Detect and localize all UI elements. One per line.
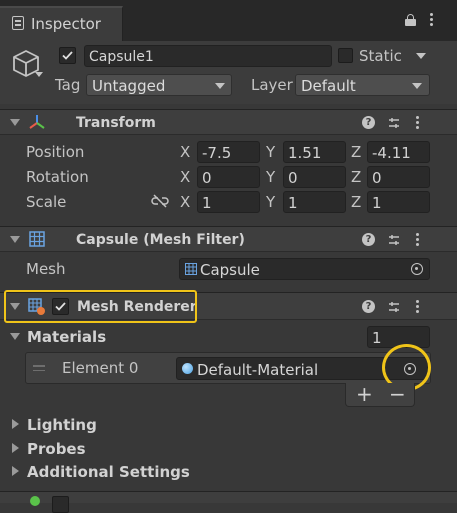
- constrain-proportions-icon[interactable]: [151, 194, 169, 208]
- materials-foldout-icon[interactable]: [10, 333, 20, 340]
- collider-icon: [30, 496, 40, 506]
- mesh-filter-preset-icon[interactable]: [387, 233, 401, 247]
- transform-menu-icon[interactable]: [416, 116, 419, 131]
- tag-dropdown-arrow-icon: [215, 83, 225, 89]
- scale-x-label[interactable]: X: [180, 195, 190, 210]
- materials-list: Element 0 Default-Material: [25, 352, 431, 384]
- layer-label: Layer: [251, 76, 293, 94]
- static-dropdown-icon[interactable]: [416, 53, 426, 59]
- tab-inspector[interactable]: Inspector: [0, 6, 123, 42]
- mesh-picker-icon[interactable]: [411, 263, 423, 275]
- lighting-foldout-icon[interactable]: [12, 419, 19, 429]
- position-y-label[interactable]: Y: [266, 145, 275, 160]
- position-x-label[interactable]: X: [180, 145, 190, 160]
- probes-label[interactable]: Probes: [27, 442, 86, 457]
- rotation-label: Rotation: [26, 168, 89, 186]
- scale-z-label[interactable]: Z: [351, 195, 361, 210]
- additional-settings-foldout-icon[interactable]: [12, 466, 19, 476]
- lighting-label[interactable]: Lighting: [27, 418, 97, 433]
- mesh-filter-foldout-icon[interactable]: [10, 236, 20, 243]
- scale-y-input[interactable]: 1: [283, 191, 346, 213]
- mesh-filter-title: Capsule (Mesh Filter): [76, 232, 245, 248]
- scale-x-input[interactable]: 1: [197, 191, 260, 213]
- element-0-label: Element 0: [62, 359, 139, 377]
- mesh-renderer-highlight: [4, 290, 197, 323]
- position-z-input[interactable]: -4.11: [367, 141, 430, 163]
- mesh-renderer-preset-icon[interactable]: [387, 300, 401, 314]
- mesh-filter-help-icon[interactable]: ?: [362, 233, 375, 246]
- static-label: Static: [359, 47, 402, 65]
- mesh-filter-menu-icon[interactable]: [416, 233, 419, 248]
- scale-y-label[interactable]: Y: [266, 195, 275, 210]
- lock-icon[interactable]: [405, 14, 416, 26]
- transform-preset-icon[interactable]: [387, 116, 401, 130]
- rotation-z-input[interactable]: 0: [367, 166, 430, 188]
- tab-title: Inspector: [31, 15, 101, 33]
- transform-title: Transform: [76, 115, 156, 131]
- layer-dropdown-arrow-icon: [412, 83, 422, 89]
- transform-help-icon[interactable]: ?: [362, 116, 375, 129]
- position-y-input[interactable]: 1.51: [283, 141, 346, 163]
- tag-label: Tag: [55, 76, 81, 94]
- materials-label: Materials: [27, 328, 107, 346]
- object-name-input[interactable]: Capsule1: [84, 45, 332, 67]
- position-x-input[interactable]: -7.5: [197, 141, 260, 163]
- mesh-renderer-menu-icon[interactable]: [416, 300, 419, 315]
- mesh-filter-header[interactable]: Capsule (Mesh Filter) ?: [0, 226, 457, 252]
- transform-header[interactable]: Transform ?: [0, 109, 457, 135]
- tag-dropdown[interactable]: Untagged: [86, 74, 232, 96]
- next-component-header[interactable]: [0, 491, 457, 513]
- transform-foldout-icon[interactable]: [10, 119, 20, 126]
- static-checkbox[interactable]: [338, 48, 353, 63]
- rotation-x-label[interactable]: X: [180, 170, 190, 185]
- transform-icon: [29, 115, 45, 129]
- material-sphere-icon: [182, 363, 193, 374]
- mesh-object-field[interactable]: Capsule: [179, 258, 430, 280]
- rotation-y-label[interactable]: Y: [266, 170, 275, 185]
- position-label: Position: [26, 143, 85, 161]
- mesh-filter-icon: [29, 231, 45, 247]
- collider-enabled-checkbox[interactable]: [52, 496, 69, 513]
- tab-menu-icon[interactable]: [430, 13, 433, 28]
- icon-dropdown-arrow-icon[interactable]: [35, 72, 43, 77]
- mesh-asset-icon: [185, 263, 197, 275]
- rotation-x-input[interactable]: 0: [197, 166, 260, 188]
- probes-foldout-icon[interactable]: [12, 443, 19, 453]
- active-checkbox[interactable]: [59, 47, 76, 64]
- remove-element-button[interactable]: −: [389, 384, 406, 404]
- scale-label: Scale: [26, 193, 67, 211]
- rotation-z-label[interactable]: Z: [351, 170, 361, 185]
- layer-dropdown[interactable]: Default: [295, 74, 430, 96]
- add-element-button[interactable]: +: [356, 384, 373, 404]
- rotation-y-input[interactable]: 0: [283, 166, 346, 188]
- additional-settings-label[interactable]: Additional Settings: [27, 465, 190, 480]
- inspector-icon: [12, 16, 24, 30]
- scale-z-input[interactable]: 1: [367, 191, 430, 213]
- mesh-renderer-help-icon[interactable]: ?: [362, 300, 375, 313]
- position-z-label[interactable]: Z: [351, 145, 361, 160]
- mesh-label: Mesh: [26, 260, 66, 278]
- drag-handle-icon[interactable]: [33, 365, 45, 371]
